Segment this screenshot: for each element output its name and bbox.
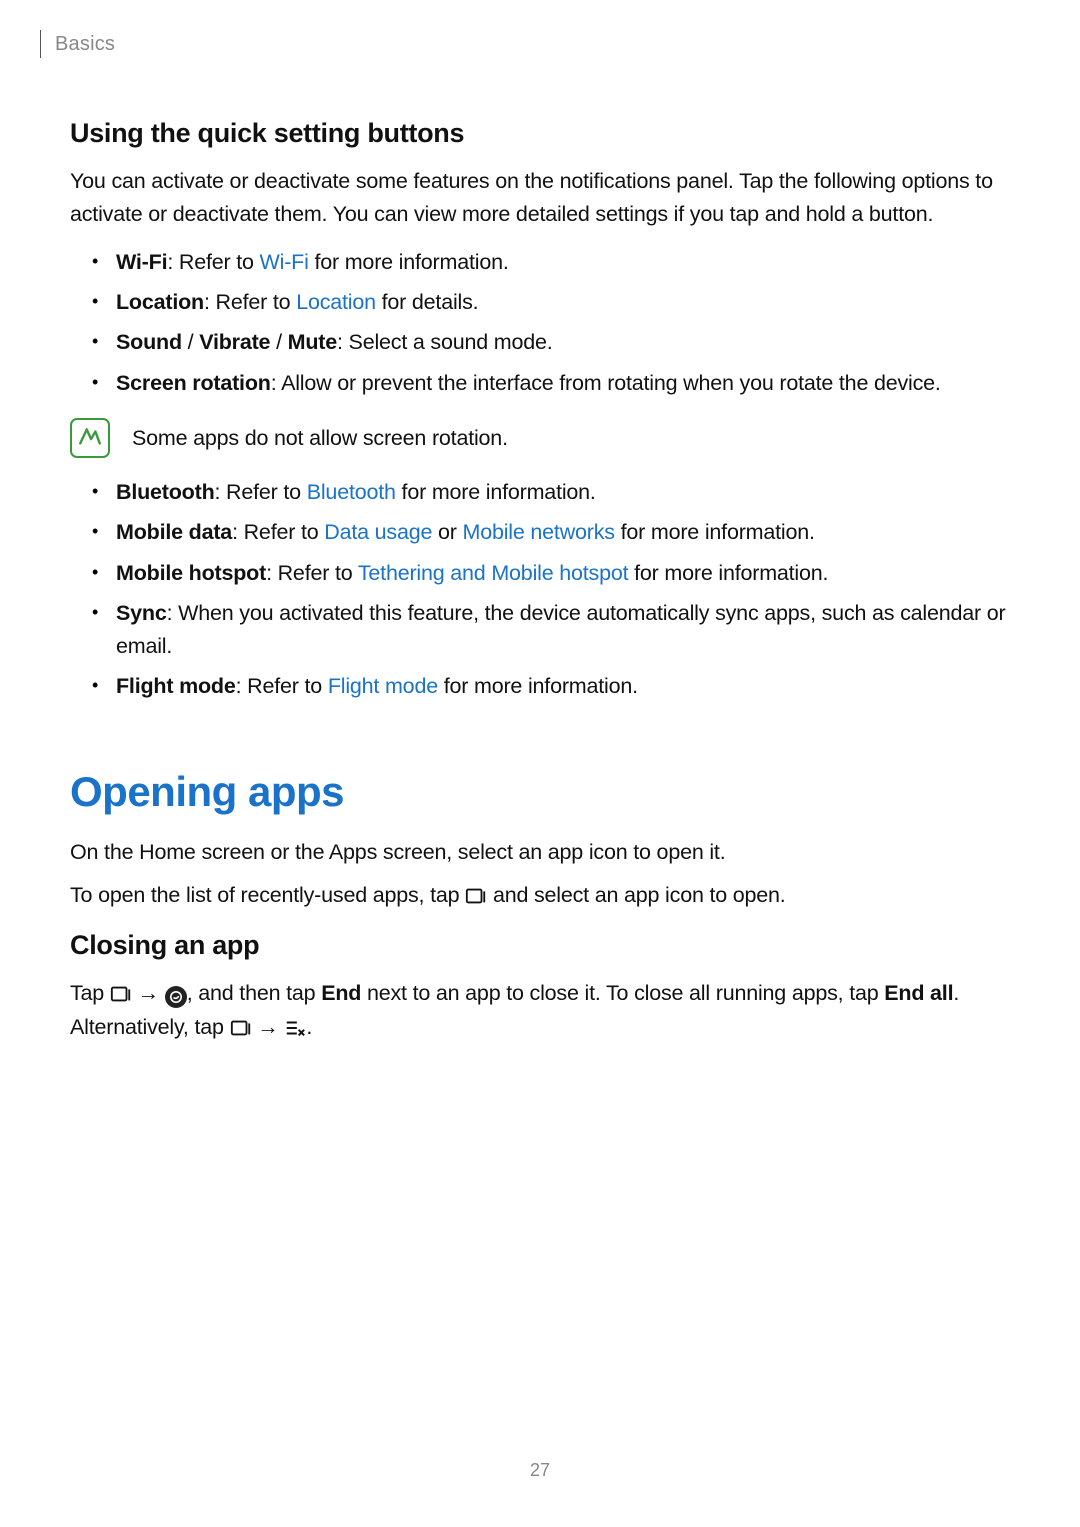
quick-settings-heading: Using the quick setting buttons [70, 118, 1010, 149]
closing-app-body: Tap → , and then tap End next to an app … [70, 977, 1010, 1044]
opening-apps-p2: To open the list of recently-used apps, … [70, 879, 1010, 912]
opening-apps-p1: On the Home screen or the Apps screen, s… [70, 836, 1010, 869]
item-rotation: Screen rotation: Allow or prevent the in… [70, 367, 1010, 400]
link-data-usage[interactable]: Data usage [324, 520, 432, 544]
quick-settings-intro: You can activate or deactivate some feat… [70, 165, 1010, 232]
item-mobile-data: Mobile data: Refer to Data usage or Mobi… [70, 516, 1010, 549]
task-manager-icon [165, 986, 187, 1008]
closing-app-heading: Closing an app [70, 930, 1010, 961]
note-text: Some apps do not allow screen rotation. [132, 422, 508, 454]
item-mobile-hotspot: Mobile hotspot: Refer to Tethering and M… [70, 557, 1010, 590]
item-sync: Sync: When you activated this feature, t… [70, 597, 1010, 664]
note-rotation: Some apps do not allow screen rotation. [70, 418, 1010, 458]
close-all-icon [284, 1018, 306, 1038]
link-bluetooth[interactable]: Bluetooth [307, 480, 396, 504]
quick-settings-list-b: Bluetooth: Refer to Bluetooth for more i… [70, 476, 1010, 704]
quick-settings-list-a: Wi-Fi: Refer to Wi-Fi for more informati… [70, 246, 1010, 400]
link-wifi[interactable]: Wi-Fi [260, 250, 309, 274]
link-location[interactable]: Location [296, 290, 376, 314]
item-wifi: Wi-Fi: Refer to Wi-Fi for more informati… [70, 246, 1010, 279]
opening-apps-title: Opening apps [70, 768, 1010, 816]
link-flight-mode[interactable]: Flight mode [328, 674, 438, 698]
note-icon [70, 418, 110, 458]
item-sound: Sound / Vibrate / Mute: Select a sound m… [70, 326, 1010, 359]
page-number: 27 [0, 1460, 1080, 1481]
link-tethering[interactable]: Tethering and Mobile hotspot [358, 561, 629, 585]
breadcrumb-divider [40, 30, 41, 58]
breadcrumb-text: Basics [55, 33, 115, 56]
breadcrumb: Basics [40, 30, 115, 58]
item-flight-mode: Flight mode: Refer to Flight mode for mo… [70, 670, 1010, 703]
link-mobile-networks[interactable]: Mobile networks [463, 520, 615, 544]
item-location: Location: Refer to Location for details. [70, 286, 1010, 319]
recent-apps-icon [110, 984, 132, 1004]
item-bluetooth: Bluetooth: Refer to Bluetooth for more i… [70, 476, 1010, 509]
page-content: Using the quick setting buttons You can … [70, 100, 1010, 1054]
recent-apps-icon [230, 1018, 252, 1038]
recent-apps-icon [465, 886, 487, 906]
